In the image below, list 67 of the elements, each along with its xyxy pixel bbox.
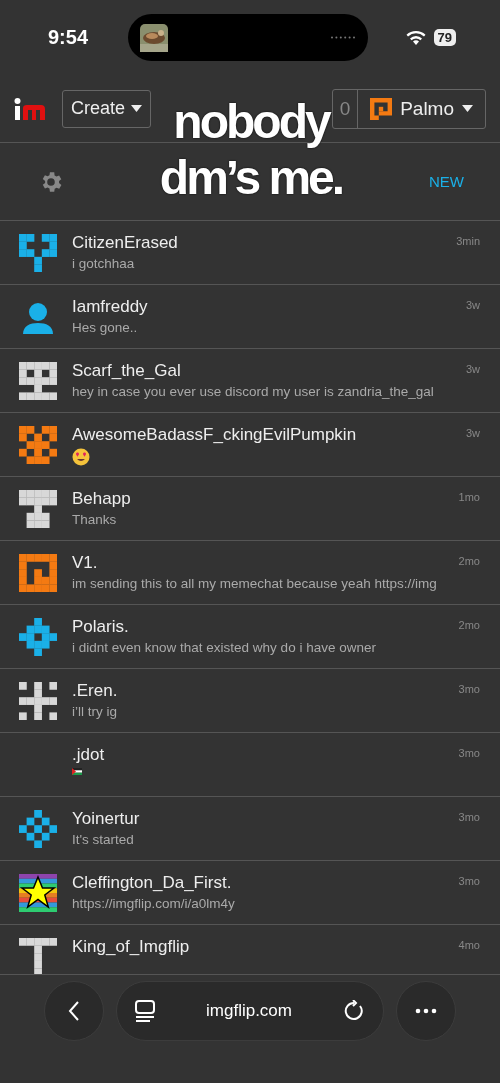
flag-icon: [72, 768, 82, 775]
chat-time: 3w: [465, 299, 480, 311]
chat-time: 4mo: [458, 939, 480, 951]
chat-message: i didnt even know that existed why do i have owner: [72, 640, 377, 655]
chat-row[interactable]: CitizenErased i gotchhaa 3min: [0, 221, 500, 285]
chat-name: King_of_Imgflip: [72, 937, 191, 957]
logo-icon: [14, 96, 48, 121]
chat-name: Iamfreddy: [72, 297, 149, 317]
chat-row[interactable]: .Eren. i’ll try ig 3mo: [0, 669, 500, 733]
heart-eyes-emoji-icon: [72, 448, 90, 466]
chat-name: .jdot: [72, 745, 106, 765]
chat-message: Thanks: [72, 512, 118, 527]
chat-time: 3mo: [458, 875, 480, 887]
star-avatar-icon: [19, 874, 57, 912]
chat-name: Polaris.: [72, 617, 130, 637]
chat-name: Cleffington_Da_First.: [72, 873, 233, 893]
avatar-icon: [370, 97, 393, 120]
back-icon: [68, 1001, 80, 1021]
new-chat-button[interactable]: NEW: [423, 172, 470, 191]
chat-time: 3mo: [458, 747, 480, 759]
tabs-icon: [135, 1000, 155, 1022]
chat-row[interactable]: Polaris. i didnt even know that existed why do i have owner 2mo: [0, 605, 500, 669]
create-button[interactable]: Create: [62, 89, 152, 128]
chat-time: 1mo: [458, 491, 480, 503]
address-bar[interactable]: imgflip.com: [116, 981, 384, 1041]
battery-level: 79: [433, 29, 456, 46]
chat-time: 3mo: [458, 811, 480, 823]
chat-row[interactable]: Yoinertur It's started 3mo: [0, 797, 500, 861]
chat-message: https://imgflip.com/i/a0lm4y: [72, 896, 236, 911]
chat-row[interactable]: AwesomeBadassF_ckingEvilPumpkin 3w: [0, 413, 500, 477]
chat-name: CitizenErased: [72, 233, 179, 253]
chat-message: im sending this to all my memechat because yeah https://img: [72, 576, 438, 591]
dots-icon: [330, 36, 356, 39]
chat-time: 3w: [465, 363, 480, 375]
chat-message: It's started: [72, 832, 135, 847]
reload-icon[interactable]: [343, 1000, 365, 1022]
chat-row[interactable]: V1. im sending this to all my memechat because yeah https://img 2mo: [0, 541, 500, 605]
chat-name: Behapp: [72, 489, 132, 509]
chat-time: 3w: [465, 427, 480, 439]
chat-message: hey in case you ever use discord my user is zandria_the_gal: [72, 384, 435, 399]
chat-time: 3mo: [458, 683, 480, 695]
url-text: imgflip.com: [206, 1001, 292, 1021]
chat-row[interactable]: .jdot 3mo: [0, 733, 500, 797]
notification-count[interactable]: 0: [333, 89, 359, 128]
chat-message: Hes gone..: [72, 320, 139, 335]
status-time: 9:54: [48, 26, 90, 49]
user-menu-button[interactable]: Palmo: [358, 89, 485, 128]
caret-icon: [462, 105, 473, 112]
chat-name: AwesomeBadassF_ckingEvilPumpkin: [72, 425, 358, 445]
chat-time: 3min: [456, 235, 480, 247]
chat-name: Scarf_the_Gal: [72, 361, 182, 381]
chat-message: i gotchhaa: [72, 256, 136, 271]
wifi-icon: [405, 30, 426, 45]
more-icon: [415, 1008, 437, 1014]
caret-icon: [131, 105, 143, 112]
chat-row[interactable]: Cleffington_Da_First. https://imgflip.com/i/a0lm4y 3mo: [0, 861, 500, 925]
site-logo[interactable]: [14, 96, 48, 121]
chat-row[interactable]: King_of_Imgflip 4mo: [0, 925, 500, 975]
chat-time: 2mo: [458, 619, 480, 631]
chat-time: 2mo: [458, 555, 480, 567]
chat-message: i’ll try ig: [72, 704, 118, 719]
chat-name: V1.: [72, 553, 99, 573]
chat-row[interactable]: Behapp Thanks 1mo: [0, 477, 500, 541]
chat-row[interactable]: Iamfreddy Hes gone.. 3w: [0, 285, 500, 349]
chat-name: .Eren.: [72, 681, 119, 701]
chat-name: Yoinertur: [72, 809, 141, 829]
chat-row[interactable]: Scarf_the_Gal hey in case you ever use discord my user is zandria_the_gal 3w: [0, 349, 500, 413]
